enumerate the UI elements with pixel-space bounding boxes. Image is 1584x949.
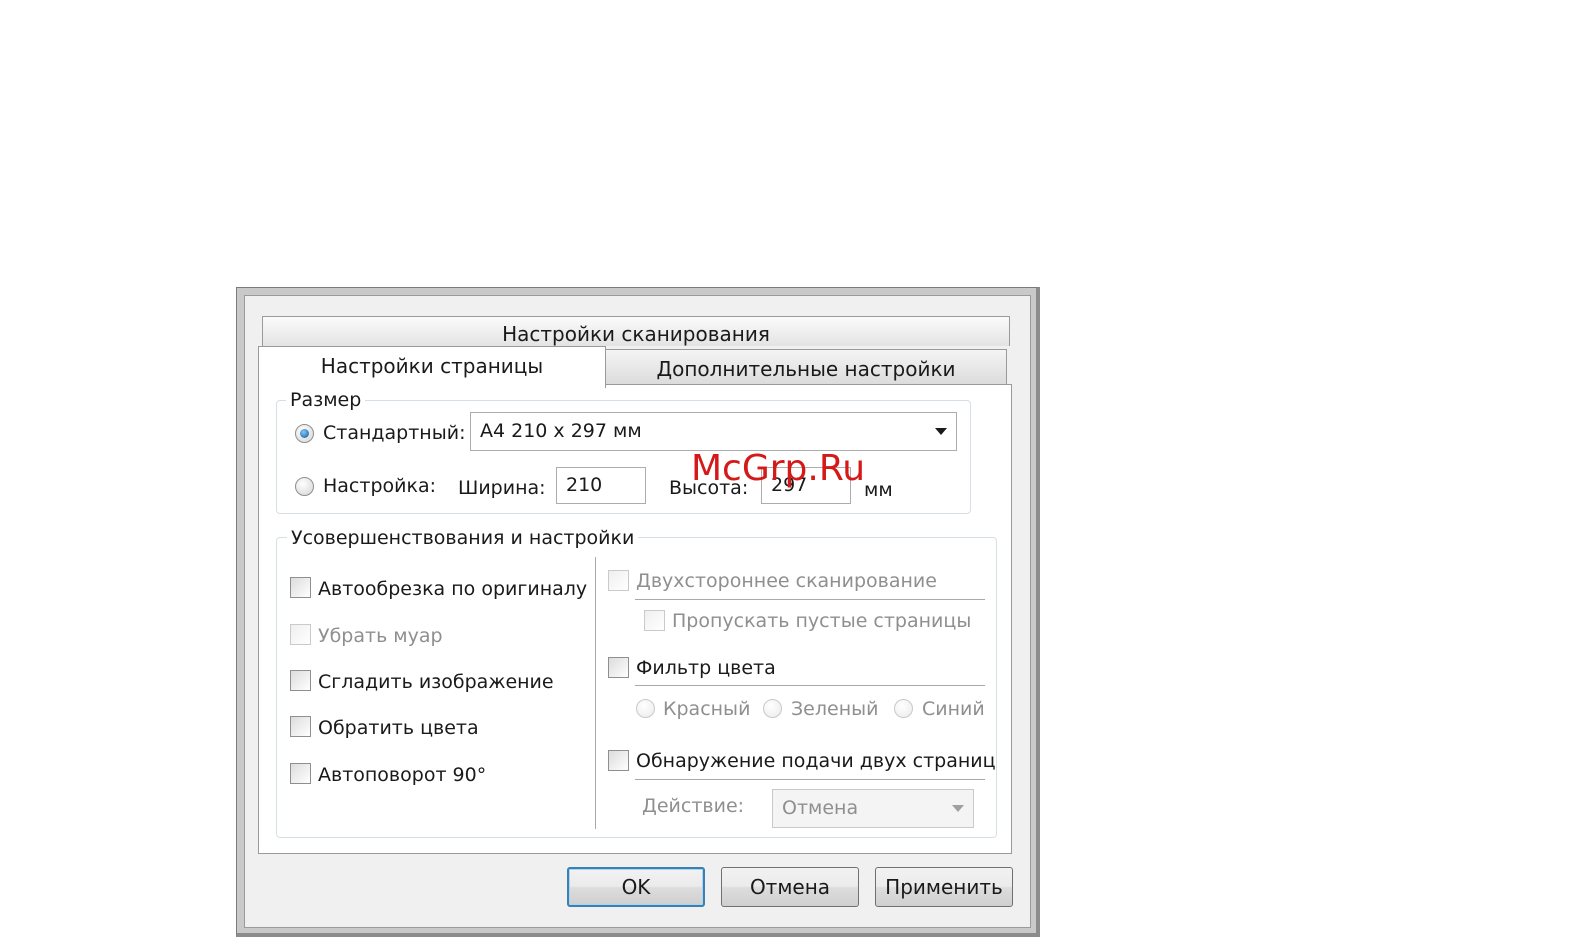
cancel-button[interactable]: Отмена [721, 867, 859, 907]
autocrop-label: Автообрезка по оригиналу [318, 578, 588, 600]
skip-blank-label: Пропускать пустые страницы [672, 610, 972, 632]
action-value: Отмена [782, 797, 859, 819]
red-filter-radio[interactable] [636, 699, 655, 718]
enhancements-group-label: Усовершенствования и настройки [287, 526, 639, 550]
action-select[interactable]: Отмена [772, 789, 974, 828]
color-filter-checkbox[interactable] [608, 657, 629, 678]
color-filter-label: Фильтр цвета [636, 657, 776, 679]
blue-filter-label: Синий [922, 698, 985, 720]
ok-button[interactable]: OK [567, 867, 705, 907]
tab-page-settings[interactable]: Настройки страницы [258, 346, 606, 388]
green-filter-label: Зеленый [791, 698, 879, 720]
invert-colors-label: Обратить цвета [318, 717, 479, 739]
watermark-text: McGrp.Ru [691, 448, 866, 489]
width-label: Ширина: [458, 477, 546, 499]
custom-size-radio[interactable] [295, 477, 314, 496]
double-feed-checkbox[interactable] [608, 750, 629, 771]
remove-moire-label: Убрать муар [318, 625, 443, 647]
color-filter-separator [635, 685, 985, 686]
invert-colors-checkbox[interactable] [290, 716, 311, 737]
size-group-label: Размер [286, 388, 366, 412]
action-label: Действие: [642, 795, 745, 817]
standard-size-radio[interactable] [295, 424, 314, 443]
group-divider [595, 557, 596, 829]
standard-size-select[interactable]: A4 210 x 297 мм [470, 412, 957, 451]
green-filter-radio[interactable] [763, 699, 782, 718]
smooth-image-checkbox[interactable] [290, 670, 311, 691]
unit-label: мм [864, 479, 893, 501]
chevron-down-icon [935, 428, 947, 435]
chevron-down-icon [952, 805, 964, 812]
duplex-separator [635, 599, 985, 600]
custom-size-label: Настройка: [323, 475, 436, 497]
standard-size-value: A4 210 x 297 мм [480, 420, 642, 442]
standard-size-label: Стандартный: [323, 422, 466, 444]
skip-blank-checkbox[interactable] [644, 610, 665, 631]
red-filter-label: Красный [663, 698, 751, 720]
dialog-title: Настройки сканирования [262, 316, 1010, 346]
double-feed-label: Обнаружение подачи двух страниц [636, 750, 996, 772]
blue-filter-radio[interactable] [894, 699, 913, 718]
autocrop-checkbox[interactable] [290, 577, 311, 598]
remove-moire-checkbox[interactable] [290, 624, 311, 645]
auto-rotate-label: Автоповорот 90° [318, 764, 487, 786]
tab-advanced-settings[interactable]: Дополнительные настройки [605, 349, 1007, 385]
duplex-label: Двухстороннее сканирование [636, 570, 937, 592]
width-field[interactable]: 210 [556, 467, 646, 504]
auto-rotate-checkbox[interactable] [290, 763, 311, 784]
apply-button[interactable]: Применить [875, 867, 1013, 907]
double-feed-separator [635, 779, 985, 780]
duplex-checkbox[interactable] [608, 570, 629, 591]
smooth-image-label: Сгладить изображение [318, 671, 554, 693]
